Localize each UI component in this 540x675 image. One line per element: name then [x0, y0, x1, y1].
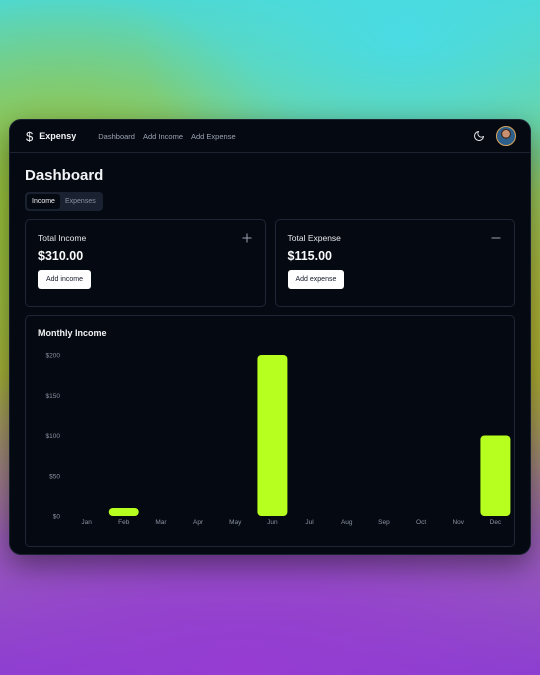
summary-cards: Total Income $310.00 Add income Total Ex…	[25, 219, 515, 307]
plus-icon	[242, 233, 251, 243]
x-tick-label: Sep	[378, 519, 390, 526]
x-tick-label: May	[229, 519, 242, 526]
top-navbar: $ Expensy Dashboard Add Income Add Expen…	[10, 120, 530, 153]
dollar-icon: $	[26, 128, 34, 144]
app-window: $ Expensy Dashboard Add Income Add Expen…	[9, 119, 531, 555]
x-tick-label: Jul	[305, 519, 314, 526]
x-tick-label: Feb	[118, 519, 130, 526]
user-avatar[interactable]	[496, 126, 516, 146]
bar-dec[interactable]	[480, 435, 511, 517]
monthly-income-chart: Monthly Income $0 $50 $100 $150 $200 Jan Feb Ma…	[25, 315, 515, 547]
x-tick-label: Jan	[81, 519, 92, 526]
y-tick-label: $0	[53, 514, 61, 521]
nav-link-dashboard[interactable]: Dashboard	[98, 132, 135, 141]
page-title: Dashboard	[25, 167, 104, 184]
app-name: Expensy	[39, 131, 77, 141]
nav-link-add-expense[interactable]: Add Expense	[191, 132, 236, 141]
y-tick-label: $100	[46, 433, 61, 440]
y-tick-label: $50	[49, 473, 60, 480]
x-tick-label: Mar	[155, 519, 167, 526]
income-card: Total Income $310.00 Add income	[25, 219, 266, 307]
expense-total-value: $115.00	[287, 249, 333, 263]
brand[interactable]: $ Expensy	[26, 129, 76, 144]
income-card-title: Total Income	[38, 233, 87, 243]
x-tick-label: Dec	[490, 519, 502, 526]
moon-icon[interactable]	[473, 130, 485, 142]
x-tick-label: Nov	[452, 519, 464, 526]
nav-actions	[473, 126, 516, 146]
y-tick-label: $150	[46, 393, 61, 400]
nav-links: Dashboard Add Income Add Expense	[98, 132, 235, 141]
chart-canvas: $0 $50 $100 $150 $200 Jan Feb Mar Apr May Jun Jul Au…	[46, 353, 511, 526]
expense-card-title: Total Expense	[287, 233, 341, 243]
main-content: Dashboard Income Expenses Total Income $…	[10, 153, 530, 554]
tab-income[interactable]: Income	[27, 194, 60, 209]
x-tick-label: Oct	[416, 519, 426, 526]
nav-link-add-income[interactable]: Add Income	[143, 132, 183, 141]
income-total-value: $310.00	[38, 249, 84, 263]
tab-list: Income Expenses	[25, 192, 103, 211]
y-tick-label: $200	[46, 353, 61, 360]
x-tick-label: Aug	[341, 519, 353, 526]
x-tick-label: Apr	[193, 519, 204, 526]
tab-expenses[interactable]: Expenses	[60, 194, 101, 209]
x-tick-label: Jun	[267, 519, 278, 526]
expense-card: Total Expense $115.00 Add expense	[274, 219, 515, 307]
bar-feb[interactable]	[108, 507, 139, 516]
bar-jun[interactable]	[257, 355, 288, 516]
minus-icon	[491, 237, 501, 239]
add-expense-button[interactable]: Add expense	[287, 270, 345, 289]
add-income-button[interactable]: Add income	[38, 270, 91, 289]
